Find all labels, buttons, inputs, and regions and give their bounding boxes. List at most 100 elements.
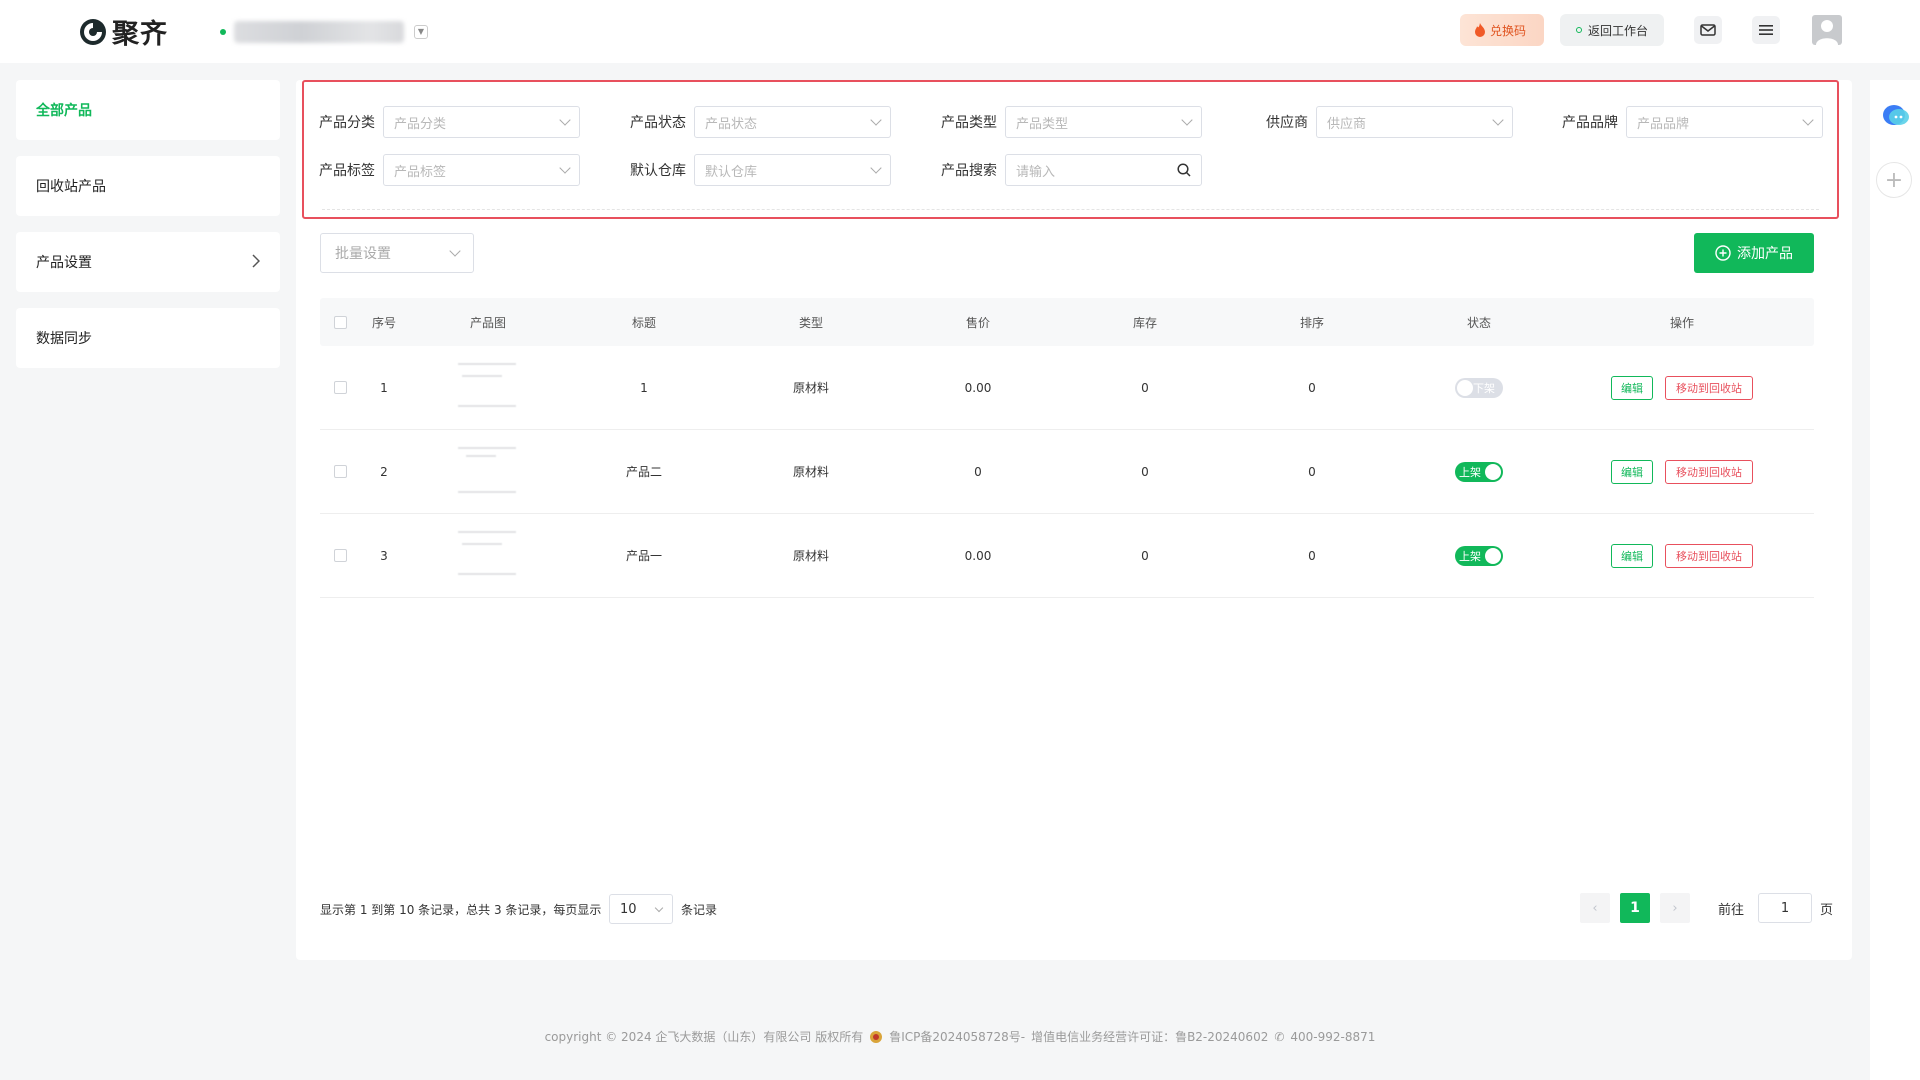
select-all-checkbox[interactable] xyxy=(333,315,347,329)
add-product-button[interactable]: 添加产品 xyxy=(1694,233,1814,273)
row-status-cell: 下架 xyxy=(1419,346,1539,429)
filter-type-select[interactable]: 产品类型 xyxy=(1005,106,1202,138)
row-checkbox-cell xyxy=(330,430,350,513)
row-ops-cell: 编辑 移动到回收站 xyxy=(1582,514,1782,597)
move-to-recycle-button[interactable]: 移动到回收站 xyxy=(1665,543,1753,568)
header-price: 售价 xyxy=(965,315,990,330)
footer-copyright: copyright © 2024 企飞大数据（山东）有限公司 版权所有 xyxy=(544,1030,864,1044)
menu-button[interactable] xyxy=(1752,16,1780,44)
filter-status-label: 产品状态 xyxy=(630,115,686,131)
filter-status-placeholder: 产品状态 xyxy=(705,116,758,132)
filter-divider xyxy=(322,209,1819,210)
batch-settings-placeholder: 批量设置 xyxy=(335,246,391,262)
product-table: 序号 产品图 标题 类型 售价 库存 排序 状态 操作 1 1 原材料 0.00… xyxy=(320,298,1814,598)
sidebar-item-label: 全部产品 xyxy=(36,103,92,119)
footer-license: 增值电信业务经营许可证：鲁B2-20240602 xyxy=(1031,1030,1269,1044)
mail-button[interactable] xyxy=(1694,16,1722,44)
filter-search-label: 产品搜索 xyxy=(941,163,997,179)
status-toggle[interactable]: 上架 xyxy=(1455,545,1503,566)
filter-tag: 产品标签 产品标签 xyxy=(319,154,580,186)
move-to-recycle-button[interactable]: 移动到回收站 xyxy=(1665,459,1753,484)
back-to-workbench-button[interactable]: 返回工作台 xyxy=(1559,14,1664,46)
page-size-value: 10 xyxy=(620,901,637,917)
main-panel: 产品分类 产品分类 产品状态 产品状态 产品类型 产品类型 供应商 供应商 产品… xyxy=(296,80,1852,960)
pagination-nav: ‹ 1 › 前往 1 页 xyxy=(1580,893,1833,923)
filter-warehouse-placeholder: 默认仓库 xyxy=(705,164,758,180)
add-shortcut-button[interactable]: + xyxy=(1876,162,1912,198)
org-name[interactable] xyxy=(234,20,404,43)
header-stock: 库存 xyxy=(1132,315,1157,330)
filter-tag-select[interactable]: 产品标签 xyxy=(383,154,580,186)
filter-warehouse-select[interactable]: 默认仓库 xyxy=(694,154,891,186)
sidebar-item-label: 产品设置 xyxy=(36,255,92,271)
sidebar-item-data-sync[interactable]: 数据同步 xyxy=(16,308,280,368)
row-checkbox-cell xyxy=(330,514,350,597)
workbench-dot-icon xyxy=(1575,27,1582,33)
logo[interactable]: 聚齐 xyxy=(78,12,168,51)
batch-settings-select[interactable]: 批量设置 xyxy=(320,233,474,273)
product-search-input[interactable]: 请输入 xyxy=(1005,154,1202,186)
status-toggle-label: 下架 xyxy=(1473,381,1495,395)
redeem-code-button[interactable]: 兑换码 xyxy=(1459,14,1544,46)
page-size-select[interactable]: 10 xyxy=(609,894,673,924)
filter-brand-select[interactable]: 产品品牌 xyxy=(1626,106,1823,138)
filter-supplier-placeholder: 供应商 xyxy=(1327,116,1367,132)
status-toggle[interactable]: 上架 xyxy=(1455,461,1503,482)
row-checkbox[interactable] xyxy=(333,549,347,562)
sidebar-item-label: 数据同步 xyxy=(36,331,92,347)
filter-status-select[interactable]: 产品状态 xyxy=(694,106,891,138)
chevron-down-icon xyxy=(1802,114,1814,126)
chat-assistant-icon[interactable] xyxy=(1882,104,1910,128)
edit-button[interactable]: 编辑 xyxy=(1611,459,1653,484)
filter-brand-placeholder: 产品品牌 xyxy=(1637,116,1690,132)
row-status-cell: 上架 xyxy=(1419,430,1539,513)
row-checkbox[interactable] xyxy=(333,465,347,478)
row-checkbox-cell xyxy=(330,346,350,429)
sidebar-item-recycle-bin[interactable]: 回收站产品 xyxy=(16,156,280,216)
move-to-recycle-button[interactable]: 移动到回收站 xyxy=(1665,375,1753,400)
sidebar-item-all-products[interactable]: 全部产品 xyxy=(16,80,280,140)
sidebar-item-product-settings[interactable]: 产品设置 xyxy=(16,232,280,292)
filter-tag-label: 产品标签 xyxy=(319,163,375,179)
status-toggle-label: 上架 xyxy=(1459,549,1481,563)
footer-icp[interactable]: 鲁ICP备2024058728号- xyxy=(889,1028,1025,1045)
prev-page-button[interactable]: ‹ xyxy=(1580,893,1610,923)
product-thumbnail[interactable] xyxy=(456,525,520,587)
row-ops-cell: 编辑 移动到回收站 xyxy=(1582,430,1782,513)
product-thumbnail[interactable] xyxy=(456,441,520,503)
filter-supplier-select[interactable]: 供应商 xyxy=(1316,106,1513,138)
footer: copyright © 2024 企飞大数据（山东）有限公司 版权所有 鲁ICP… xyxy=(0,1028,1920,1045)
edit-button[interactable]: 编辑 xyxy=(1611,375,1653,400)
status-toggle[interactable]: 下架 xyxy=(1455,377,1503,398)
police-badge-icon xyxy=(870,1030,883,1043)
next-page-button[interactable]: › xyxy=(1660,893,1690,923)
chevron-down-icon xyxy=(1181,114,1193,126)
filter-type-label: 产品类型 xyxy=(941,115,997,131)
current-page-button[interactable]: 1 xyxy=(1620,893,1650,923)
org-dropdown-icon[interactable]: ▼ xyxy=(414,24,428,39)
header-sort: 排序 xyxy=(1299,315,1324,330)
row-sort: 0 xyxy=(1308,380,1316,395)
row-stock: 0 xyxy=(1141,464,1149,479)
search-icon[interactable] xyxy=(1177,163,1191,177)
filter-supplier-label: 供应商 xyxy=(1266,115,1308,131)
filter-category-select[interactable]: 产品分类 xyxy=(383,106,580,138)
product-thumbnail[interactable] xyxy=(456,357,520,419)
pagination-suffix: 条记录 xyxy=(681,903,718,917)
header-image: 产品图 xyxy=(469,315,506,330)
product-search-placeholder: 请输入 xyxy=(1016,164,1056,180)
filter-panel: 产品分类 产品分类 产品状态 产品状态 产品类型 产品类型 供应商 供应商 产品… xyxy=(302,80,1839,219)
goto-page-input[interactable]: 1 xyxy=(1758,893,1813,923)
header-title: 标题 xyxy=(631,315,656,330)
row-status-cell: 上架 xyxy=(1419,514,1539,597)
chevron-right-icon: › xyxy=(1672,900,1678,916)
row-index: 1 xyxy=(380,380,388,395)
menu-icon xyxy=(1759,25,1773,35)
row-price: 0 xyxy=(974,464,982,479)
footer-phone: 400-992-8871 xyxy=(1290,1029,1376,1044)
row-checkbox[interactable] xyxy=(333,381,347,394)
phone-icon: ✆ xyxy=(1274,1029,1285,1044)
avatar[interactable] xyxy=(1812,15,1842,45)
row-price: 0.00 xyxy=(964,548,992,563)
edit-button[interactable]: 编辑 xyxy=(1611,543,1653,568)
